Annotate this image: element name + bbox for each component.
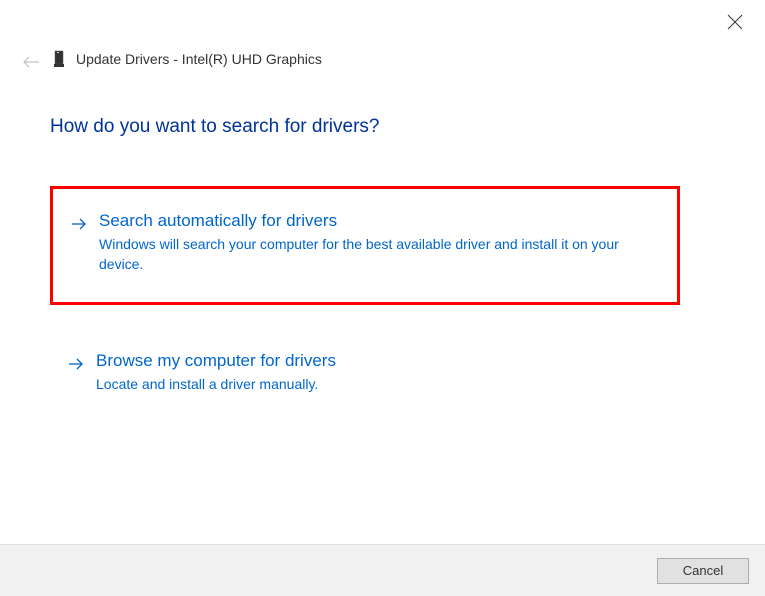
option-description: Windows will search your computer for th… [99,235,659,274]
arrow-right-icon [68,357,84,375]
close-button[interactable] [727,14,743,30]
back-arrow-icon [22,55,40,69]
device-icon [52,50,66,68]
option-browse-computer[interactable]: Browse my computer for drivers Locate an… [50,331,680,415]
cancel-button[interactable]: Cancel [657,558,749,584]
content-area: How do you want to search for drivers? S… [50,116,680,441]
option-title: Browse my computer for drivers [96,351,662,371]
option-description: Locate and install a driver manually. [96,375,662,395]
window-title-row: Update Drivers - Intel(R) UHD Graphics [52,50,322,68]
option-title: Search automatically for drivers [99,211,659,231]
page-heading: How do you want to search for drivers? [50,116,680,138]
window-title: Update Drivers - Intel(R) UHD Graphics [76,51,322,67]
footer-bar: Cancel [0,544,765,596]
option-search-automatically[interactable]: Search automatically for drivers Windows… [50,186,680,305]
arrow-right-icon [71,217,87,235]
